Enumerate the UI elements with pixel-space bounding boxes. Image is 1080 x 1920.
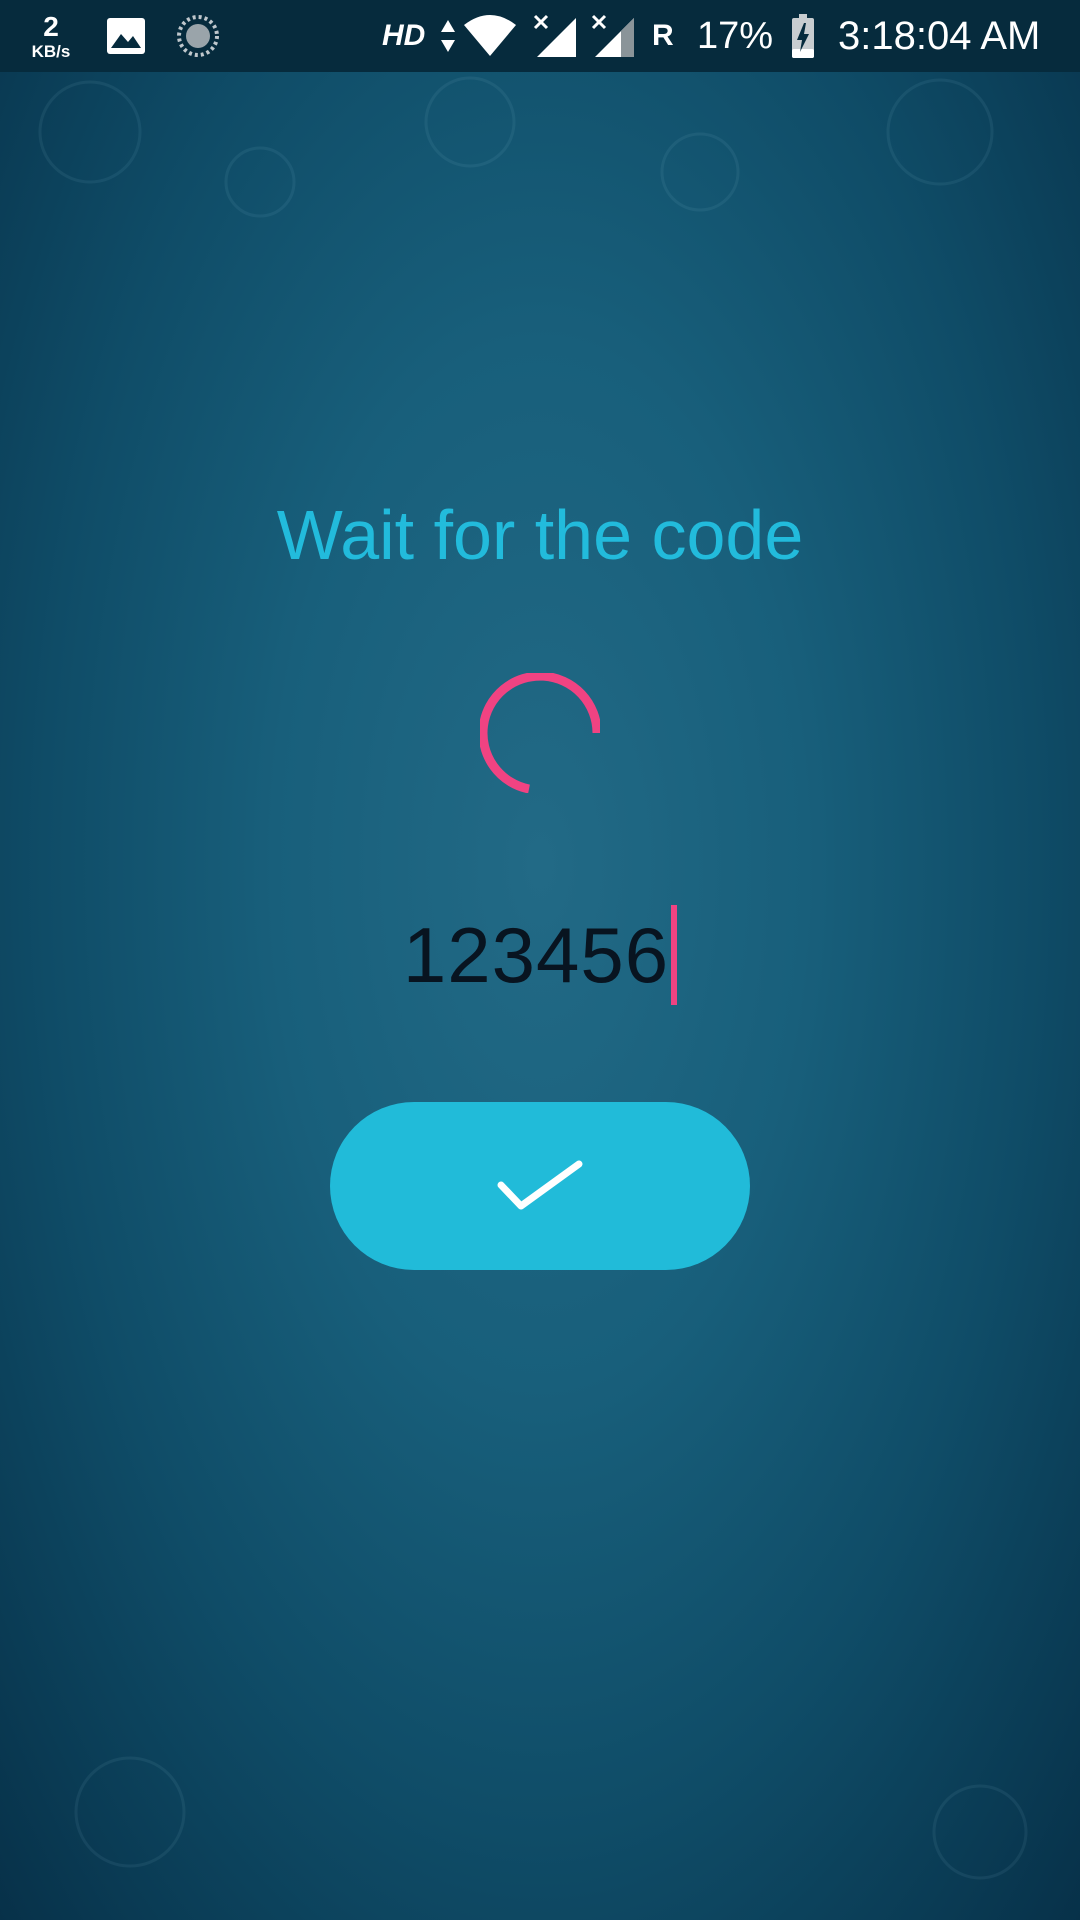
network-speed-unit: KB/s: [31, 41, 71, 61]
battery-percent: 17%: [697, 14, 774, 57]
verification-code-input[interactable]: 123456: [290, 900, 790, 1010]
signal-icon: [590, 0, 636, 72]
network-speed-value: 2: [43, 10, 59, 42]
submit-code-button[interactable]: [330, 1102, 750, 1270]
verification-code-value: 123456: [402, 911, 670, 999]
network-speed: 2 KB/s: [24, 0, 78, 72]
signal-icon: [532, 0, 578, 72]
page-title: Wait for the code: [276, 496, 804, 574]
data-arrows-icon: [438, 0, 458, 72]
network-type-label: HD: [382, 19, 426, 52]
roaming-label: R: [652, 19, 674, 52]
image-notification-icon: [104, 0, 148, 72]
battery-charging-icon: [790, 0, 816, 72]
loading-spinner-icon: [480, 673, 600, 793]
status-bar: 2 KB/s HD R 17% 3:18:04 AM: [0, 0, 1080, 72]
clock: 3:18:04 AM: [838, 13, 1041, 58]
sync-icon: [174, 0, 222, 72]
wifi-icon: [462, 0, 518, 72]
text-cursor: [671, 905, 678, 1005]
checkmark-icon: [497, 1160, 583, 1210]
